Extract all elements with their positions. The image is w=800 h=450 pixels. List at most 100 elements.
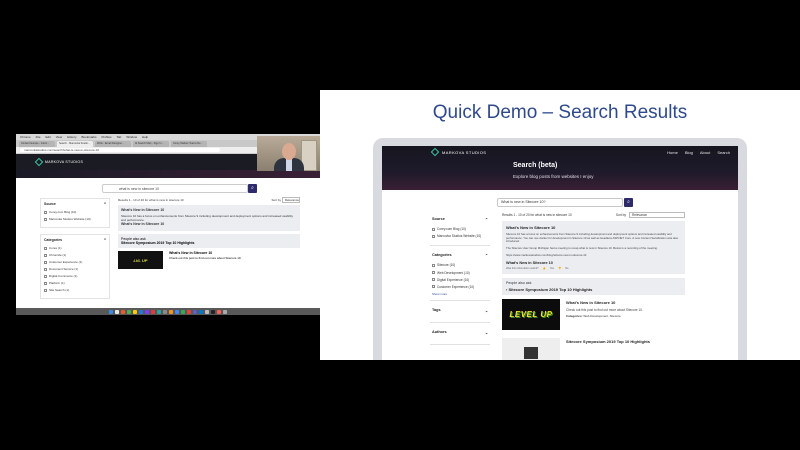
thumbs-down-icon[interactable]: 👎: [558, 267, 561, 270]
checkbox[interactable]: [432, 271, 435, 275]
search-input[interactable]: What is new in Sitecore 10?: [497, 198, 623, 207]
dock-app-icon[interactable]: [175, 309, 179, 314]
checkbox[interactable]: [432, 285, 435, 289]
show-more-link[interactable]: Show more: [432, 292, 488, 296]
feedback-no[interactable]: No: [565, 267, 568, 270]
mini-search-input[interactable]: what is new in sitecore 10: [102, 184, 248, 193]
facet-item[interactable]: Marcovka Studios Website (10): [432, 234, 488, 238]
chevron-down-icon[interactable]: ⌄: [485, 308, 488, 313]
featured-url[interactable]: https://www.markovastudios.com/blog/what…: [506, 253, 681, 258]
dock-app-icon[interactable]: [157, 309, 161, 314]
result-title[interactable]: What's New in Sitecore 10: [566, 300, 643, 305]
dock-app-icon[interactable]: [199, 309, 203, 314]
result-title[interactable]: Sitecore Symposium 2019 Top 10 Highlight…: [566, 339, 650, 344]
result-card[interactable]: LEVEL UP What's New in Sitecore 10 Check…: [502, 298, 685, 330]
site-logo[interactable]: MARKOVA STUDIOS: [430, 147, 486, 157]
mini-result-title[interactable]: What's New in Sitecore 10: [169, 251, 241, 255]
nav-blog[interactable]: Blog: [685, 150, 693, 155]
menubar-item[interactable]: File: [36, 135, 41, 139]
dock-app-icon[interactable]: [121, 309, 125, 314]
mini-search-button[interactable]: ⌕: [248, 184, 257, 193]
dock-app-icon[interactable]: [133, 309, 137, 314]
checkbox[interactable]: [44, 288, 47, 292]
browser-tab[interactable]: Content Europe - Intern...: [19, 141, 55, 147]
dock-app-icon[interactable]: [193, 309, 197, 314]
nav-about[interactable]: About: [700, 150, 710, 155]
menubar-item[interactable]: Help: [142, 135, 148, 139]
menubar-item[interactable]: History: [67, 135, 76, 139]
thumbs-up-icon[interactable]: 👍: [542, 267, 545, 270]
result-card[interactable]: Sitecore Symposium 2019 Top 10 Highlight…: [502, 337, 685, 360]
dock-app-icon[interactable]: [205, 309, 209, 314]
chevron-up-icon[interactable]: ^: [104, 202, 106, 206]
dock-app-icon[interactable]: [217, 309, 221, 314]
sort-select[interactable]: Relevance: [629, 212, 685, 218]
checkbox[interactable]: [44, 274, 47, 278]
checkbox[interactable]: [44, 217, 47, 221]
mini-facet-item[interactable]: Document Service (1): [44, 267, 106, 271]
mini-result-thumbnail[interactable]: LVL UP: [118, 251, 163, 269]
mini-facet-item[interactable]: Corey.com Blog (10): [44, 210, 106, 214]
facet-item[interactable]: Corey.com Blog (10): [432, 227, 488, 231]
chevron-up-icon[interactable]: ⌃: [485, 217, 488, 222]
dock-app-icon[interactable]: [139, 309, 143, 314]
facet-item[interactable]: Digital Experience (10): [432, 278, 488, 282]
dock-app-icon[interactable]: [181, 309, 185, 314]
search-button[interactable]: ⌕: [624, 198, 633, 207]
checkbox[interactable]: [432, 263, 435, 267]
chevron-up-icon[interactable]: ^: [104, 238, 106, 242]
checkbox[interactable]: [432, 234, 435, 238]
checkbox[interactable]: [44, 281, 47, 285]
result-thumbnail[interactable]: LEVEL UP: [502, 298, 560, 330]
menubar-item[interactable]: Edit: [46, 135, 51, 139]
mini-result-card[interactable]: LVL UP What's New in Sitecore 10 Check o…: [118, 251, 300, 269]
mini-facet-item[interactable]: Platform (1): [44, 281, 106, 285]
chevron-down-icon[interactable]: ⌄: [485, 330, 488, 335]
dock-app-icon[interactable]: [145, 309, 149, 314]
dock-app-icon[interactable]: [109, 309, 113, 314]
menubar-item[interactable]: Bookmarks: [81, 135, 96, 139]
trash-icon[interactable]: [223, 309, 227, 314]
browser-tab[interactable]: Corey Markov Teams De...: [171, 141, 207, 147]
chevron-up-icon[interactable]: ⌃: [485, 253, 488, 258]
checkbox[interactable]: [44, 267, 47, 271]
checkbox[interactable]: [44, 246, 47, 250]
checkbox[interactable]: [432, 278, 435, 282]
browser-tab[interactable]: Work - Email Designer...: [95, 141, 131, 147]
checkbox[interactable]: [44, 210, 47, 214]
checkbox[interactable]: [44, 253, 47, 257]
mini-facet-item[interactable]: Customer Experience (1): [44, 260, 106, 264]
menubar-item[interactable]: Chrome: [20, 135, 31, 139]
dock-app-icon[interactable]: [127, 309, 131, 314]
feedback-yes[interactable]: Yes: [550, 267, 554, 270]
mini-site-logo[interactable]: MARKOVA STUDIOS: [34, 157, 83, 167]
mini-pao-item[interactable]: Sitecore Symposium 2019 Top 10 Highlight…: [121, 241, 297, 245]
dock-app-icon[interactable]: [211, 309, 215, 314]
browser-tab[interactable]: Ai Search Map - Sign In...: [133, 141, 169, 147]
mini-sort-select[interactable]: Relevance: [281, 197, 300, 203]
mini-facet-item[interactable]: Site Search (1): [44, 288, 106, 292]
checkbox[interactable]: [432, 227, 435, 231]
featured-link[interactable]: What's New in Sitecore 10: [506, 261, 681, 265]
menubar-item[interactable]: Tab: [117, 135, 122, 139]
mini-facet-item[interactable]: Marcovka Studios Website (10): [44, 217, 106, 221]
nav-home[interactable]: Home: [667, 150, 678, 155]
mini-facet-item[interactable]: Digital Commerce (1): [44, 274, 106, 278]
dock-app-icon[interactable]: [169, 309, 173, 314]
result-thumbnail[interactable]: [502, 337, 560, 360]
dock-app-icon[interactable]: [187, 309, 191, 314]
facet-item[interactable]: Web Development (10): [432, 271, 488, 275]
dock-app-icon[interactable]: [115, 309, 119, 314]
nav-search[interactable]: Search: [717, 150, 730, 155]
browser-tab-active[interactable]: Search - Marcovka Studio...: [57, 141, 93, 147]
menubar-item[interactable]: View: [56, 135, 62, 139]
facet-item[interactable]: Sitecore (10): [432, 263, 488, 267]
mini-featured-link[interactable]: What's New in Sitecore 10: [121, 222, 297, 226]
facet-item[interactable]: Customer Experience (10): [432, 285, 488, 289]
dock-app-icon[interactable]: [151, 309, 155, 314]
menubar-item[interactable]: Profiles: [102, 135, 112, 139]
dock-app-icon[interactable]: [163, 309, 167, 314]
checkbox[interactable]: [44, 260, 47, 264]
menubar-item[interactable]: Window: [126, 135, 137, 139]
mini-facet-item[interactable]: Chronicle (1): [44, 253, 106, 257]
